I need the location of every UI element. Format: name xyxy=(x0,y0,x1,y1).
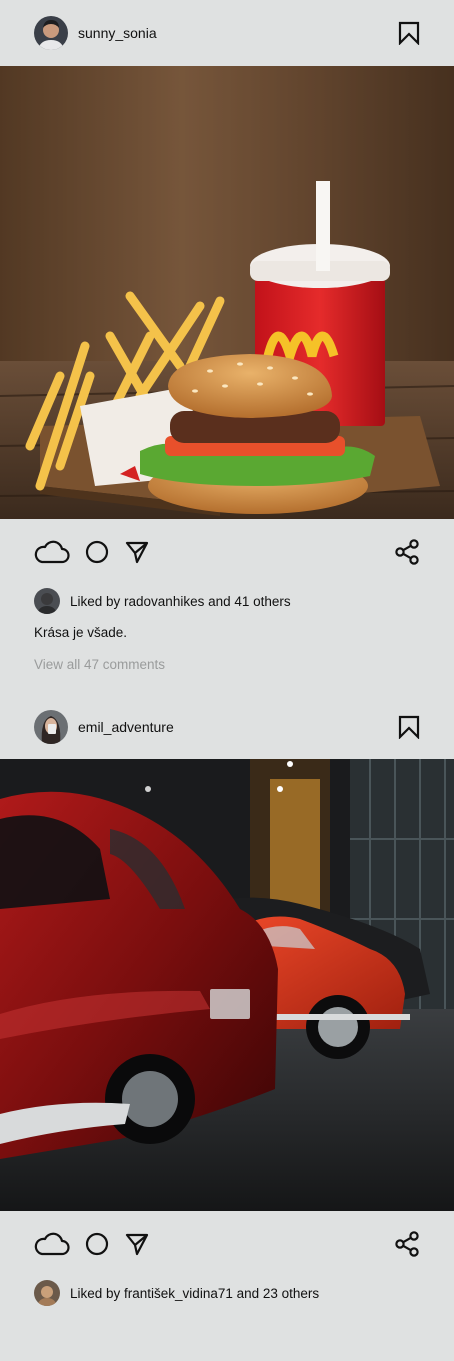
action-left xyxy=(34,1231,150,1257)
avatar[interactable] xyxy=(34,1280,60,1306)
avatar[interactable] xyxy=(34,710,68,744)
divider xyxy=(0,675,454,695)
username[interactable]: emil_adventure xyxy=(78,719,174,735)
likes-row: Liked by františek_vidina71 and 23 other… xyxy=(0,1279,454,1307)
share-icon[interactable] xyxy=(394,539,420,565)
post-image[interactable] xyxy=(0,759,454,1211)
avatar[interactable] xyxy=(34,16,68,50)
send-icon[interactable] xyxy=(124,539,150,565)
post-image[interactable] xyxy=(0,66,454,519)
bookmark-icon[interactable] xyxy=(398,21,420,45)
circle-icon[interactable] xyxy=(84,1231,110,1257)
action-left xyxy=(34,539,150,565)
likes-row: Liked by radovanhikes and 41 others xyxy=(0,587,454,615)
cloud-icon[interactable] xyxy=(34,1231,70,1257)
share-icon[interactable] xyxy=(394,1231,420,1257)
post: emil_adventure Liked by františek_vidina… xyxy=(0,695,454,1307)
post-header: emil_adventure xyxy=(0,695,454,759)
feed: sunny_sonia Liked by radovanhikes and 41… xyxy=(0,0,454,1307)
username[interactable]: sunny_sonia xyxy=(78,25,157,41)
avatar[interactable] xyxy=(34,588,60,614)
caption: Krása je všade. xyxy=(34,625,128,640)
post: sunny_sonia Liked by radovanhikes and 41… xyxy=(0,0,454,675)
cloud-icon[interactable] xyxy=(34,539,70,565)
circle-icon[interactable] xyxy=(84,539,110,565)
action-bar xyxy=(0,1211,454,1277)
post-header: sunny_sonia xyxy=(0,0,454,66)
likes-text[interactable]: Liked by františek_vidina71 and 23 other… xyxy=(70,1286,319,1301)
bookmark-icon[interactable] xyxy=(398,715,420,739)
likes-text[interactable]: Liked by radovanhikes and 41 others xyxy=(70,594,291,609)
action-bar xyxy=(0,519,454,585)
send-icon[interactable] xyxy=(124,1231,150,1257)
comments-link[interactable]: View all 47 comments xyxy=(0,655,454,675)
